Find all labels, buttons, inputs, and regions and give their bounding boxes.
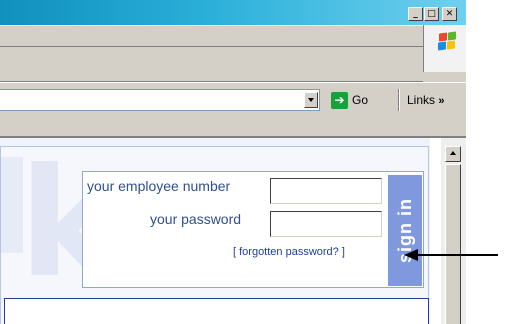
content-panel [4,298,429,324]
page-viewport: k your employee number your password [ f… [0,136,441,324]
minimize-button[interactable]: _ [408,7,423,21]
go-button[interactable]: ➔ Go [331,91,368,109]
title-bar: _ □ ✕ [0,0,466,25]
employee-number-field[interactable] [270,178,382,204]
links-label: Links [407,93,436,107]
password-field[interactable] [270,211,382,237]
chevron-right-icon: » [438,95,445,107]
address-dropdown-button[interactable] [304,92,318,108]
menu-bar [0,25,466,47]
vertical-scrollbar[interactable] [441,136,466,324]
windows-logo-icon [437,31,457,52]
address-bar: ➔ Go Links » [0,82,466,116]
close-button[interactable]: ✕ [442,7,457,21]
forgotten-password-link[interactable]: [ forgotten password? ] [233,246,345,258]
address-input[interactable] [0,89,320,111]
maximize-icon: □ [427,9,436,19]
scroll-up-button[interactable] [445,146,461,162]
browser-window: _ □ ✕ ➔ Go Links » k your employee numbe… [0,0,466,324]
employee-number-label: your employee number [87,178,231,194]
minimize-icon: _ [413,9,418,19]
standard-toolbar [0,48,423,82]
password-label: your password [150,211,242,227]
go-arrow-icon: ➔ [331,91,348,109]
maximize-button[interactable]: □ [424,7,439,21]
links-button[interactable]: Links » [407,93,444,107]
annotation-arrow-icon [404,249,498,261]
windows-logo-throbber [423,25,466,72]
close-icon: ✕ [445,9,454,19]
go-label: Go [352,93,369,107]
toolbar-separator [398,89,400,111]
login-form: your employee number your password [ for… [82,171,424,288]
